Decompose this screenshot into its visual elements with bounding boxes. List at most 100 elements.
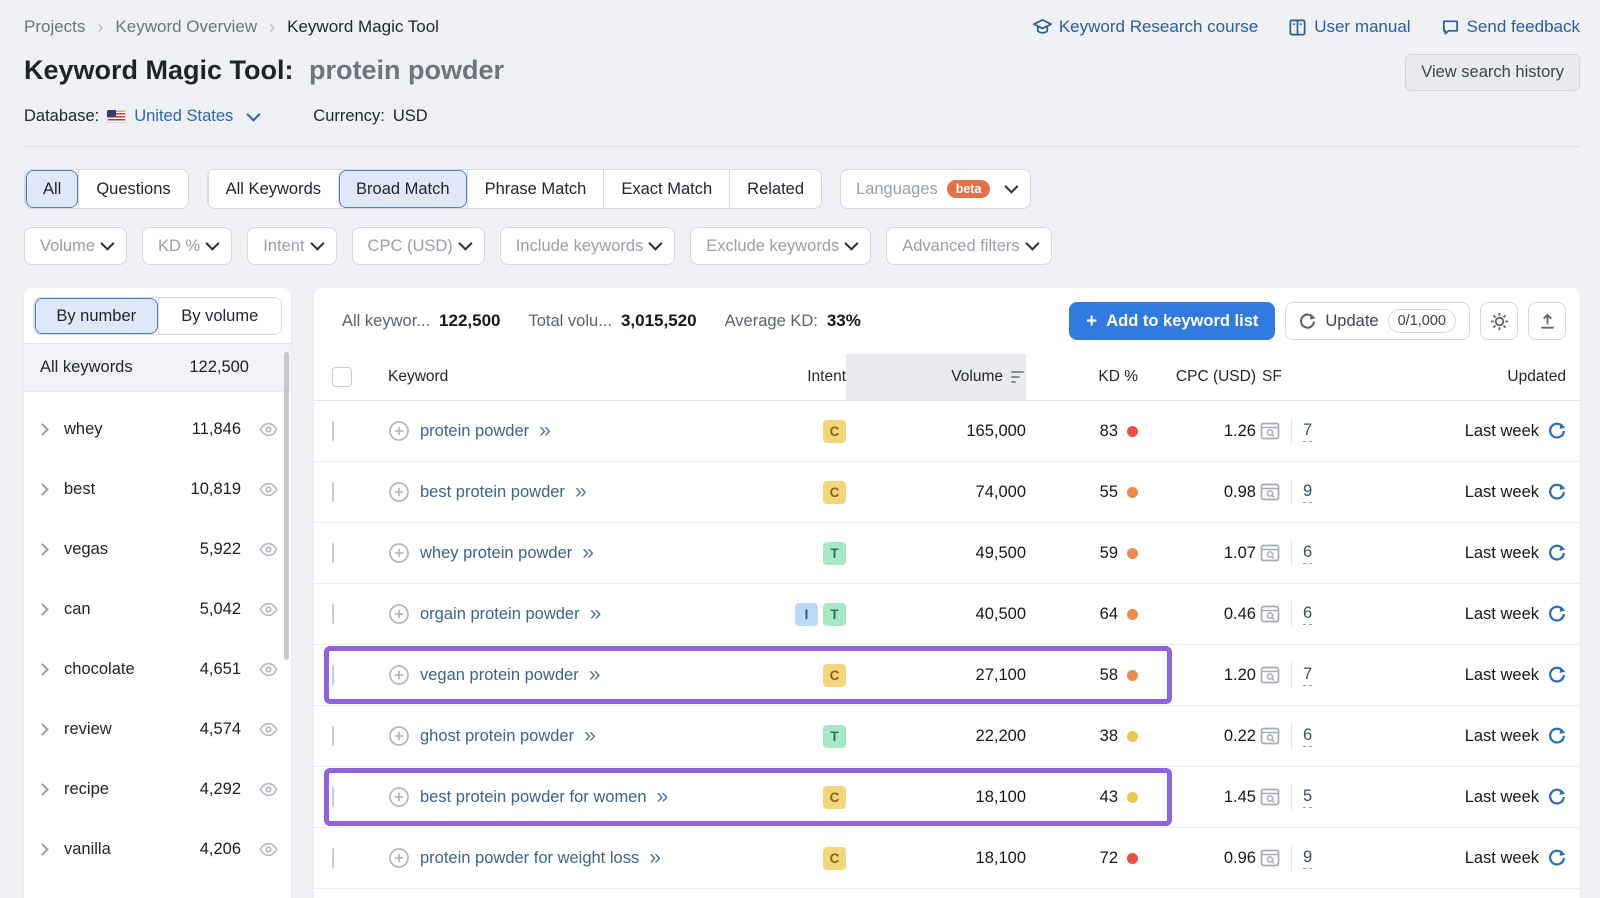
expand-keyword-icon[interactable]: » xyxy=(584,725,596,746)
match-tab[interactable]: Broad Match xyxy=(338,170,467,208)
column-header-volume[interactable]: Volume xyxy=(846,354,1026,400)
add-keyword-icon[interactable] xyxy=(388,786,410,808)
sf-value[interactable]: 9 xyxy=(1303,482,1312,503)
refresh-icon[interactable] xyxy=(1548,422,1566,440)
serp-preview-icon[interactable] xyxy=(1260,727,1280,745)
header-link-label[interactable]: Keyword Research course xyxy=(1059,17,1258,37)
refresh-icon[interactable] xyxy=(1548,483,1566,501)
group-label[interactable]: review xyxy=(64,720,200,739)
serp-preview-icon[interactable] xyxy=(1260,849,1280,867)
expand-keyword-icon[interactable]: » xyxy=(589,664,601,685)
serp-preview-icon[interactable] xyxy=(1260,422,1280,440)
chevron-right-icon[interactable] xyxy=(36,423,49,436)
refresh-icon[interactable] xyxy=(1548,788,1566,806)
keyword-link[interactable]: vegan protein powder xyxy=(420,666,579,685)
column-header-updated[interactable]: Updated xyxy=(1362,354,1566,400)
column-header-kd[interactable]: KD % xyxy=(1026,354,1138,400)
keyword-group-item[interactable]: recipe 4,292 xyxy=(24,759,291,819)
all-keywords-row[interactable]: All keywords 122,500 xyxy=(24,344,291,392)
filter-dropdown[interactable]: CPC (USD) xyxy=(352,227,485,265)
breadcrumb-item[interactable]: Keyword Magic Tool › xyxy=(287,17,439,37)
add-keyword-icon[interactable] xyxy=(388,481,410,503)
keyword-group-item[interactable]: chocolate 4,651 xyxy=(24,639,291,699)
add-to-keyword-list-button[interactable]: + Add to keyword list xyxy=(1069,302,1275,340)
serp-preview-icon[interactable] xyxy=(1260,788,1280,806)
eye-icon[interactable] xyxy=(258,419,279,440)
serp-preview-icon[interactable] xyxy=(1260,605,1280,623)
keyword-link[interactable]: best protein powder xyxy=(420,483,565,502)
keyword-link[interactable]: orgain protein powder xyxy=(420,605,580,624)
breadcrumb-label[interactable]: Keyword Overview xyxy=(115,17,257,37)
filter-dropdown[interactable]: KD % xyxy=(142,227,232,265)
match-tab[interactable]: Phrase Match xyxy=(467,170,604,208)
sf-value[interactable]: 6 xyxy=(1303,726,1312,747)
add-keyword-icon[interactable] xyxy=(388,603,410,625)
keyword-group-item[interactable]: whey 11,846 xyxy=(24,399,291,459)
row-checkbox[interactable] xyxy=(332,787,334,807)
group-label[interactable]: chocolate xyxy=(64,660,200,679)
table-row[interactable]: orgain protein powder » IT 40,500 64 0.4… xyxy=(314,584,1580,645)
breadcrumb-item[interactable]: Keyword Overview › xyxy=(115,17,287,38)
match-tab[interactable]: All Keywords xyxy=(208,170,338,208)
refresh-icon[interactable] xyxy=(1548,727,1566,745)
sf-value[interactable]: 5 xyxy=(1303,787,1312,808)
column-header-intent[interactable]: Intent xyxy=(726,354,846,400)
refresh-icon[interactable] xyxy=(1548,849,1566,867)
sort-descending-icon[interactable] xyxy=(1011,371,1024,384)
row-checkbox[interactable] xyxy=(332,726,334,746)
filter-dropdown[interactable]: Exclude keywords xyxy=(690,227,871,265)
serp-preview-icon[interactable] xyxy=(1260,666,1280,684)
row-checkbox[interactable] xyxy=(332,543,334,563)
export-button[interactable] xyxy=(1528,302,1566,340)
match-tab[interactable]: All xyxy=(25,170,78,208)
table-row[interactable]: best protein powder » C 74,000 55 0.98 9 xyxy=(314,462,1580,523)
filter-dropdown[interactable]: Volume xyxy=(24,227,127,265)
table-row[interactable]: ghost protein powder » T 22,200 38 0.22 … xyxy=(314,706,1580,767)
languages-dropdown[interactable]: Languages beta xyxy=(840,169,1031,209)
sidebar-scrollbar[interactable] xyxy=(284,352,289,660)
add-keyword-icon[interactable] xyxy=(388,420,410,442)
serp-preview-icon[interactable] xyxy=(1260,544,1280,562)
table-row[interactable]: whey protein powder » T 49,500 59 1.07 6 xyxy=(314,523,1580,584)
database-value[interactable]: United States xyxy=(134,107,233,126)
eye-icon[interactable] xyxy=(258,779,279,800)
expand-keyword-icon[interactable]: » xyxy=(657,786,669,807)
group-label[interactable]: whey xyxy=(64,420,192,439)
eye-icon[interactable] xyxy=(258,479,279,500)
sf-value[interactable]: 6 xyxy=(1303,604,1312,625)
keyword-link[interactable]: protein powder for weight loss xyxy=(420,849,639,868)
sf-value[interactable]: 9 xyxy=(1303,848,1312,869)
view-search-history-button[interactable]: View search history xyxy=(1405,54,1580,91)
table-settings-button[interactable] xyxy=(1480,302,1518,340)
refresh-icon[interactable] xyxy=(1548,666,1566,684)
chevron-right-icon[interactable] xyxy=(36,543,49,556)
add-keyword-icon[interactable] xyxy=(388,542,410,564)
refresh-icon[interactable] xyxy=(1548,544,1566,562)
add-keyword-icon[interactable] xyxy=(388,725,410,747)
header-link-label[interactable]: Send feedback xyxy=(1467,17,1580,37)
breadcrumb-label[interactable]: Projects xyxy=(24,17,85,37)
row-checkbox[interactable] xyxy=(332,421,334,441)
refresh-icon[interactable] xyxy=(1548,605,1566,623)
send-feedback-link[interactable]: Send feedback xyxy=(1441,17,1580,37)
expand-keyword-icon[interactable]: » xyxy=(539,420,551,441)
sort-toggle-tab[interactable]: By number xyxy=(34,298,158,334)
sf-value[interactable]: 7 xyxy=(1303,665,1312,686)
keyword-link[interactable]: whey protein powder xyxy=(420,544,572,563)
column-header-sf[interactable]: SF xyxy=(1256,354,1362,400)
eye-icon[interactable] xyxy=(258,599,279,620)
filter-dropdown[interactable]: Include keywords xyxy=(500,227,675,265)
database-selector[interactable]: Database: United States xyxy=(24,107,257,126)
keyword-group-item[interactable]: vegas 5,922 xyxy=(24,519,291,579)
eye-icon[interactable] xyxy=(258,539,279,560)
chevron-right-icon[interactable] xyxy=(36,843,49,856)
column-header-keyword[interactable]: Keyword xyxy=(388,354,726,400)
row-checkbox[interactable] xyxy=(332,848,334,868)
breadcrumb-label[interactable]: Keyword Magic Tool xyxy=(287,17,439,37)
chevron-right-icon[interactable] xyxy=(36,483,49,496)
keyword-group-item[interactable]: review 4,574 xyxy=(24,699,291,759)
keyword-link[interactable]: ghost protein powder xyxy=(420,727,574,746)
sort-toggle-tab[interactable]: By volume xyxy=(158,298,282,334)
chevron-right-icon[interactable] xyxy=(36,723,49,736)
expand-keyword-icon[interactable]: » xyxy=(582,542,594,563)
